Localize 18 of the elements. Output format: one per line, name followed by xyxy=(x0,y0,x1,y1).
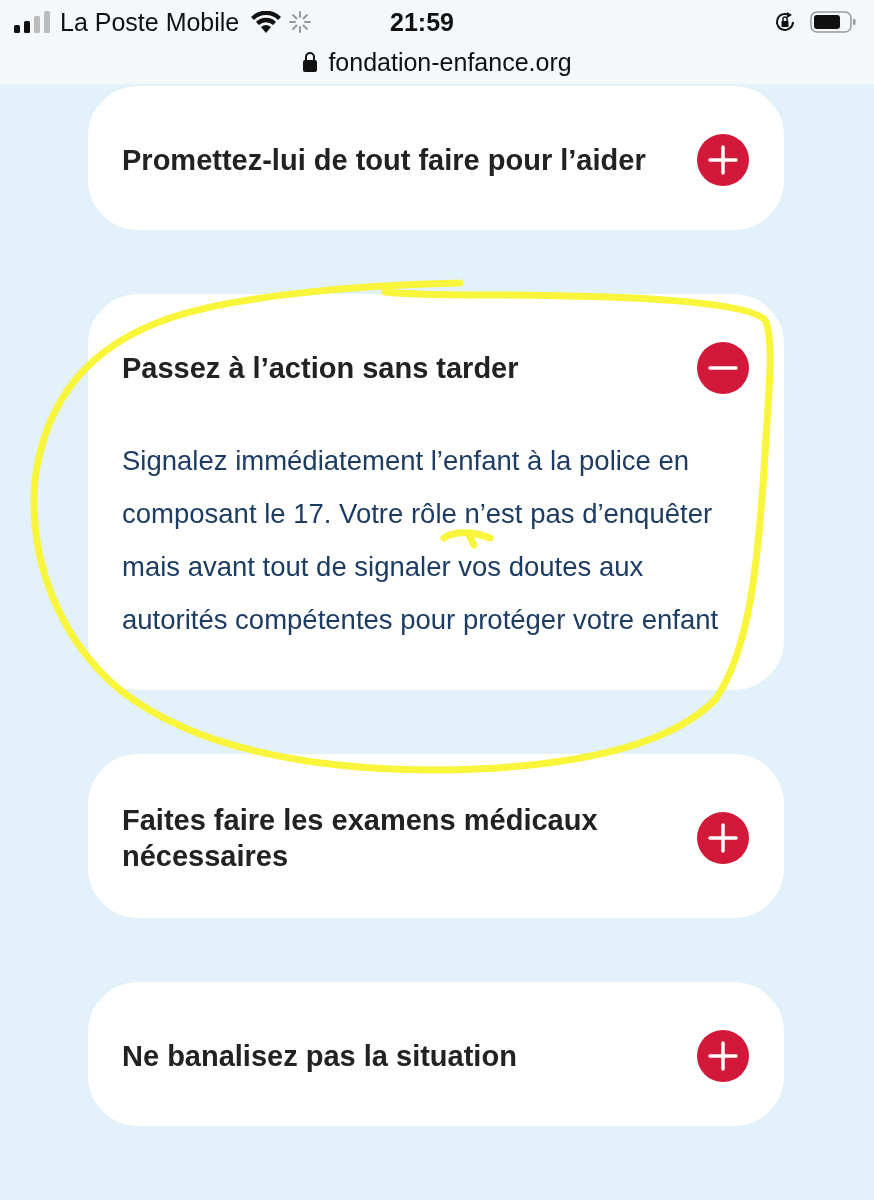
lock-icon xyxy=(302,52,319,72)
expand-icon[interactable] xyxy=(697,812,749,864)
url-text[interactable]: fondation-enfance.org xyxy=(328,47,572,77)
signal-icon xyxy=(14,11,52,33)
rotation-lock-icon xyxy=(774,11,796,33)
accordion-title[interactable]: Ne banalisez pas la situation xyxy=(122,1038,517,1074)
accordion-title[interactable]: Passez à l’action sans tarder xyxy=(122,350,519,386)
battery-icon xyxy=(810,11,856,33)
expand-icon[interactable] xyxy=(697,134,749,186)
expand-icon[interactable] xyxy=(697,1030,749,1082)
clock-time: 21:59 xyxy=(389,7,455,37)
accordion-text: Signalez immédiatement l’enfant à la police en composant le 17. Votre rôle n’est pas d’enquêter mais avant tout de signaler vos doutes aux autorités compétentes pour protéger votre enfant xyxy=(122,444,720,637)
carrier-name: La Poste Mobile xyxy=(60,7,240,37)
wifi-icon xyxy=(251,11,282,33)
accordion-title[interactable]: Faites faire les examens médicaux nécessaires xyxy=(122,802,667,874)
loading-icon xyxy=(289,11,312,33)
accordion-title[interactable]: Promettez-lui de tout faire pour l’aider xyxy=(122,142,646,178)
collapse-icon[interactable] xyxy=(697,342,749,394)
